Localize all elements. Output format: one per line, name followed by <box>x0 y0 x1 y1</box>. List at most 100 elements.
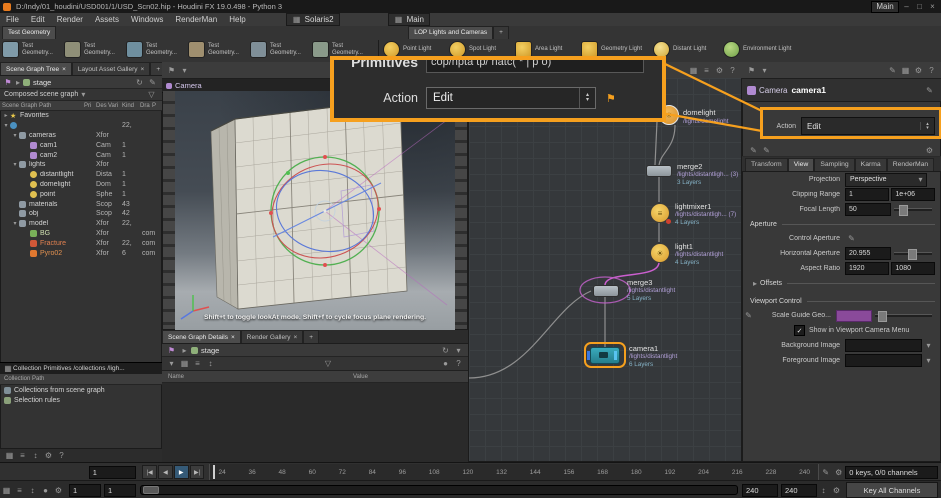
go-to-start-button[interactable]: |◀ <box>142 465 157 479</box>
workspace-tab[interactable]: Main <box>871 0 899 13</box>
caret-right-icon[interactable]: ▸ <box>179 345 190 356</box>
tree-row-cameras[interactable]: ▾ cameras Xfor <box>2 131 162 141</box>
tab-scene-graph-details[interactable]: Scene Graph Details × <box>162 330 241 343</box>
gear-icon[interactable]: ⚙ <box>831 485 842 496</box>
range-slider-handle[interactable] <box>143 486 159 494</box>
tree-row-obj[interactable]: obj Scop 42 <box>2 209 162 219</box>
details-empty-table[interactable] <box>162 383 468 465</box>
tree-row-lights[interactable]: ▾ lights Xfor <box>2 160 162 170</box>
chevron-down-icon[interactable]: ▾ <box>923 355 934 366</box>
shelf-tool-test-geometry-1[interactable]: Test Geometry... <box>2 39 64 61</box>
gear-icon[interactable]: ⚙ <box>913 65 924 76</box>
tab-karma[interactable]: Karma <box>854 157 887 171</box>
tab-transform[interactable]: Transform <box>745 157 788 171</box>
menu-file[interactable]: File <box>0 15 25 24</box>
tree-row-pyro02[interactable]: Pyro02 Xfor 6 com <box>2 248 162 258</box>
node-name-label[interactable]: camera1 <box>791 85 826 95</box>
shelf-tool-test-geometry-3[interactable]: Test Geometry... <box>126 39 188 61</box>
maximize-button-icon[interactable]: □ <box>914 1 925 12</box>
step-back-button[interactable]: ◀ <box>157 465 173 479</box>
shelf-tool-test-geometry-2[interactable]: Test Geometry... <box>64 39 126 61</box>
tab-renderman[interactable]: RenderMan <box>886 157 935 171</box>
tree-row-root[interactable]: ▾ 22, <box>2 121 162 131</box>
collection-row-scene-graph[interactable]: Collections from scene graph <box>0 385 162 395</box>
updown-icon[interactable]: ↕ <box>30 450 41 461</box>
grid-icon[interactable]: ▦ <box>4 450 15 461</box>
gear-icon[interactable]: ⚙ <box>924 145 935 156</box>
clip-near-field[interactable]: 1 <box>845 188 889 201</box>
viewport-3d-canvas[interactable]: Shift+t to toggle lookAt mode. Shift+f t… <box>175 91 455 330</box>
action-dropdown[interactable]: Edit ▴ ▾ <box>801 117 935 135</box>
menu-assets[interactable]: Assets <box>89 15 125 24</box>
timeline-ruler[interactable]: 24 36 48 60 72 84 96 108 120 132 144 156 168 18… <box>209 464 820 480</box>
range-end-field[interactable]: 240 <box>781 483 817 497</box>
pin-icon[interactable]: ⚑ <box>4 77 12 88</box>
close-tab-icon[interactable]: × <box>294 334 298 341</box>
add-tab-button[interactable]: + <box>303 330 320 343</box>
pane-pin-icon[interactable]: ⚑ <box>746 65 757 76</box>
chevron-down-icon[interactable]: ▾ <box>79 89 87 100</box>
tab-sampling[interactable]: Sampling <box>814 157 855 171</box>
shelf-tool-test-geometry-5[interactable]: Test Geometry... <box>250 39 312 61</box>
tab-layout-asset-gallery[interactable]: Layout Asset Gallery × <box>71 62 151 75</box>
updown-icon[interactable]: ↕ <box>205 358 216 369</box>
clip-far-field[interactable]: 1e+06 <box>891 188 935 201</box>
aspect-width-field[interactable]: 1920 <box>845 262 889 275</box>
pane-pin-icon[interactable]: ⚑ <box>166 65 177 76</box>
offsets-collapsed-section[interactable]: ▸ Offsets <box>742 276 941 290</box>
action-dropdown-zoomed[interactable]: Edit ▴ ▾ <box>426 87 596 109</box>
chevron-down-icon[interactable]: ▾ <box>179 65 190 76</box>
tree-row-cam1[interactable]: cam1 Cam 1 <box>2 140 162 150</box>
desktop-selector-main[interactable]: ▦ Main <box>387 13 430 26</box>
gear-icon[interactable]: ⚙ <box>53 485 64 496</box>
close-tab-icon[interactable]: × <box>231 334 235 341</box>
foreground-image-field[interactable] <box>845 354 922 367</box>
help-icon[interactable]: ? <box>727 65 738 76</box>
node-camera1[interactable] <box>587 347 620 364</box>
focal-length-slider[interactable] <box>894 205 932 216</box>
chevron-down-icon[interactable]: ▾ <box>453 345 464 356</box>
snapshot-icon[interactable]: ● <box>440 358 451 369</box>
grid-icon[interactable]: ▦ <box>900 65 911 76</box>
filter-icon[interactable]: ▽ <box>323 358 334 369</box>
node-merge2[interactable] <box>646 165 672 177</box>
gear-icon[interactable]: ⚙ <box>833 467 844 478</box>
tree-row-fracture[interactable]: Fracture Xfor 22, com <box>2 238 162 248</box>
menu-windows[interactable]: Windows <box>125 15 169 24</box>
filter-icon[interactable]: ▽ <box>146 89 157 100</box>
horizontal-aperture-field[interactable]: 20.955 <box>845 247 891 260</box>
shelf-tab-test-geometry[interactable]: Test Geometry <box>2 25 57 39</box>
gear-icon[interactable]: ⚙ <box>43 450 54 461</box>
updown-icon[interactable]: ↕ <box>818 485 829 496</box>
shelf-tool-environment-light[interactable]: Environment Light <box>723 39 799 61</box>
list-icon[interactable]: ≡ <box>192 358 203 369</box>
node-lightmixer1[interactable]: ≡ <box>650 203 671 224</box>
viewport-camera-label[interactable]: Camera <box>175 81 202 90</box>
close-tab-icon[interactable]: × <box>141 66 145 73</box>
projection-dropdown[interactable]: Perspective ▾ <box>845 172 927 187</box>
tree-row-distantlight[interactable]: distantlight Dista 1 <box>2 170 162 180</box>
edit-icon[interactable]: ✎ <box>147 77 158 88</box>
playback-start-field[interactable]: 1 <box>104 483 136 497</box>
shelf-add-tab-button[interactable]: + <box>493 25 509 39</box>
viewport-left-toolbar[interactable] <box>163 91 175 329</box>
current-frame-field[interactable]: 1 <box>88 465 137 479</box>
tree-row-model[interactable]: ▾ model Xfor 22, <box>2 219 162 229</box>
range-start-field[interactable]: 1 <box>69 483 101 497</box>
minimize-button-icon[interactable]: – <box>901 1 912 12</box>
node-merge3[interactable] <box>593 285 619 297</box>
list-icon[interactable]: ≡ <box>14 485 25 496</box>
updown-icon[interactable]: ↕ <box>27 485 38 496</box>
list-icon[interactable]: ≡ <box>17 450 28 461</box>
play-button[interactable]: ▶ <box>173 465 189 479</box>
primitives-field[interactable]: cop/npta tp/ natc( * | p o) <box>426 60 644 73</box>
help-icon[interactable]: ? <box>453 358 464 369</box>
horizontal-aperture-slider[interactable] <box>894 249 932 260</box>
background-image-field[interactable] <box>845 339 922 352</box>
focal-length-field[interactable]: 50 <box>845 203 891 216</box>
chevron-down-icon[interactable]: ▾ <box>923 340 934 351</box>
shelf-tab-lop-lights[interactable]: LOP Lights and Cameras <box>408 25 494 39</box>
pin-icon[interactable]: ⚑ <box>166 345 177 356</box>
viewport-right-toolbar[interactable] <box>455 91 467 329</box>
playback-end-field[interactable]: 240 <box>742 483 778 497</box>
